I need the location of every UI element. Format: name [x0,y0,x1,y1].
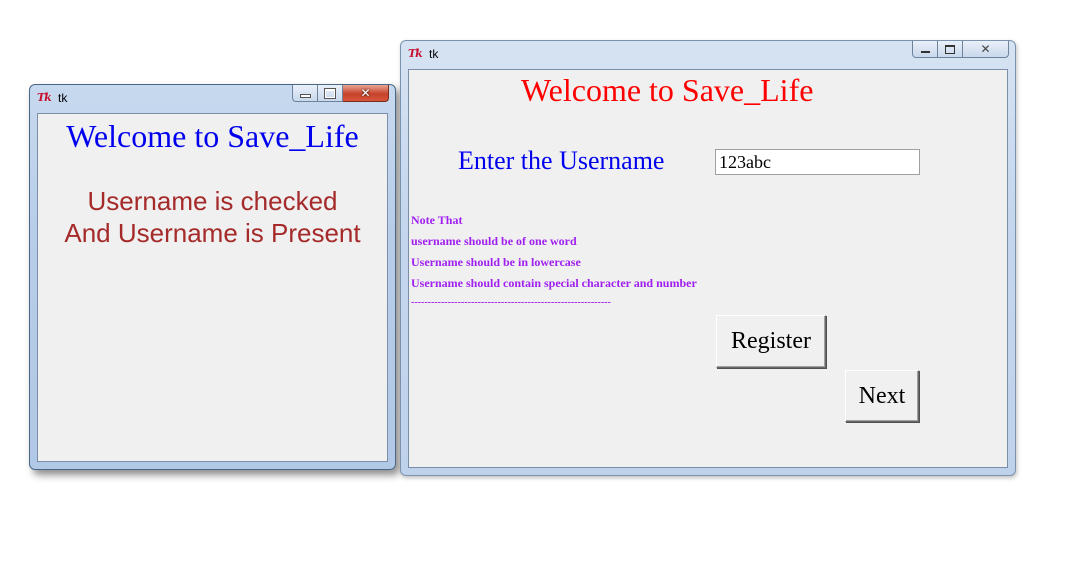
window-client-area: Welcome to Save_Life Username is checked… [37,113,388,462]
username-label: Enter the Username [458,146,665,175]
welcome-heading: Welcome to Save_Life [66,118,359,154]
minimize-icon[interactable] [912,41,938,58]
username-input[interactable] [715,149,920,175]
title-bar[interactable]: Tk tk ✕ [401,41,1015,67]
window-right: Tk tk ✕ Welcome to Save_Life Enter the U… [400,40,1016,476]
title-bar[interactable]: Tk tk ✕ [30,85,395,111]
close-icon[interactable]: ✕ [343,85,389,102]
maximize-icon[interactable] [318,85,343,102]
window-client-area: Welcome to Save_Life Enter the Username … [408,69,1008,468]
tk-logo-icon: Tk [408,47,423,60]
note-rule-special-chars: Username should contain special characte… [411,276,697,290]
window-controls: ✕ [912,41,1009,60]
note-rule-one-word: username should be of one word [411,234,577,248]
maximize-icon[interactable] [938,41,963,58]
welcome-heading: Welcome to Save_Life [521,72,814,108]
note-rule-lowercase: Username should be in lowercase [411,255,581,269]
window-title: tk [58,91,68,105]
status-message-line2: And Username is Present [64,218,361,248]
note-divider: ----------------------------------------… [411,297,611,308]
status-message-line1: Username is checked [87,186,338,216]
register-button[interactable]: Register [716,315,826,368]
window-controls: ✕ [292,85,389,104]
note-heading: Note That [411,213,463,227]
window-title: tk [429,47,439,61]
tk-logo-icon: Tk [37,91,52,104]
close-icon[interactable]: ✕ [963,41,1009,58]
minimize-icon[interactable] [292,85,318,102]
window-left: Tk tk ✕ Welcome to Save_Life Username is… [29,84,396,470]
next-button[interactable]: Next [845,370,919,422]
